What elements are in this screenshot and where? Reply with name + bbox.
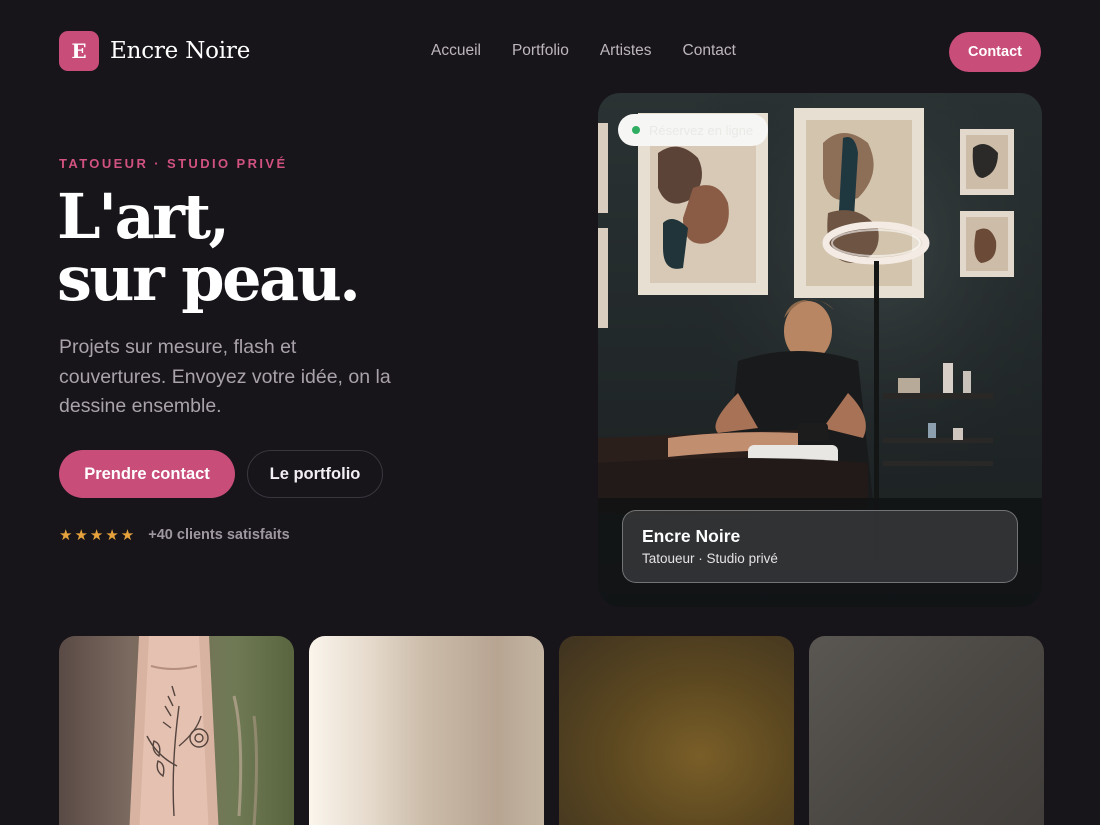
hero-title-line-1: L'art, — [57, 180, 230, 253]
floral-tattoo-image — [129, 636, 258, 825]
brand-logo[interactable]: E Encre Noire — [59, 31, 250, 71]
caption-title: Encre Noire — [642, 526, 741, 546]
hero-title-line-2: sur peau. — [57, 242, 361, 315]
rating-text: +40 clients satisfaits — [148, 527, 290, 543]
star-rating-icon: ★★★★★ — [59, 527, 137, 544]
status-text: Réservez en ligne — [649, 122, 754, 138]
caption-subtitle: Tatoueur · Studio privé — [642, 551, 778, 566]
photo-caption-card: Encre Noire Tatoueur · Studio privé — [622, 510, 1018, 583]
nav-item-portfolio[interactable]: Portfolio — [512, 42, 569, 60]
hero-photo: Réservez en ligne Encre Noire Tatoueur ·… — [598, 93, 1042, 607]
contact-button[interactable]: Contact — [949, 32, 1041, 72]
portfolio-button[interactable]: Le portfolio — [247, 450, 383, 498]
gallery-tile[interactable] — [309, 636, 544, 825]
nav-item-artistes[interactable]: Artistes — [600, 42, 652, 60]
brand-name: Encre Noire — [110, 38, 251, 64]
get-in-touch-button[interactable]: Prendre contact — [59, 450, 235, 498]
main-nav: Accueil Portfolio Artistes Contact — [431, 42, 736, 60]
hero-eyebrow: Tatoueur · Studio privé — [59, 156, 288, 171]
booking-status-pill[interactable]: Réservez en ligne — [618, 114, 768, 146]
hero-lead: Projets sur mesure, flash et couvertures… — [59, 336, 391, 417]
rating: ★★★★★ +40 clients satisfaits — [59, 526, 290, 544]
brand-mark: E — [59, 31, 99, 71]
portfolio-gallery — [59, 636, 1044, 825]
site-header: E Encre Noire Accueil Portfolio Artistes… — [0, 0, 1100, 102]
hero-title: L'art, sur peau. — [57, 180, 361, 315]
gallery-tile[interactable] — [59, 636, 294, 825]
gallery-tile[interactable] — [559, 636, 794, 825]
gallery-tile[interactable] — [809, 636, 1044, 825]
nav-item-contact[interactable]: Contact — [683, 42, 736, 60]
status-dot-icon — [632, 126, 640, 134]
nav-item-accueil[interactable]: Accueil — [431, 42, 481, 60]
